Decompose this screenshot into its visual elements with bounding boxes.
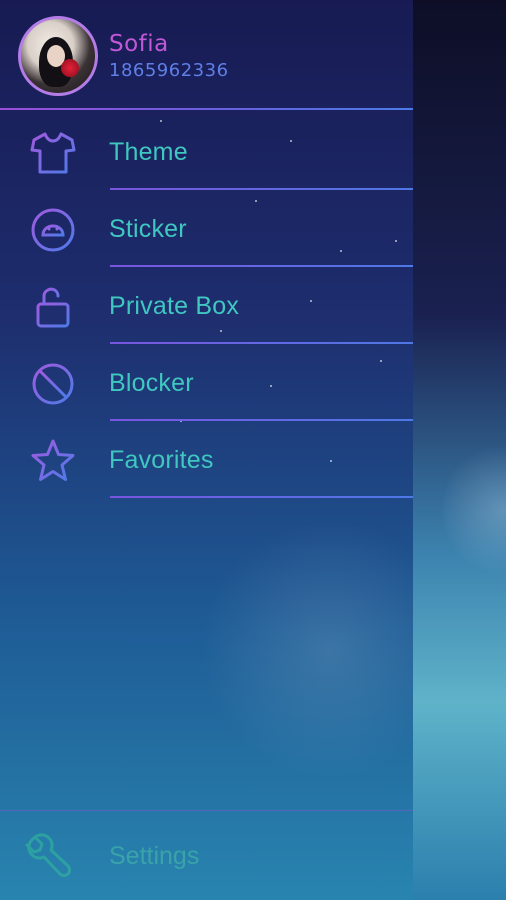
menu-item-private-box[interactable]: Private Box [0,268,413,344]
divider [110,496,413,498]
sticker-icon [28,205,78,255]
divider [110,419,413,421]
menu-item-label: Private Box [109,292,240,320]
navigation-drawer: Sofia 1865962336 Theme Sticker Private B… [0,0,413,900]
star-icon [28,436,78,486]
menu-item-label: Theme [109,138,188,166]
avatar[interactable] [18,16,98,96]
lock-open-icon [28,282,78,332]
menu-item-theme[interactable]: Theme [0,114,413,190]
menu-item-favorites[interactable]: Favorites [0,422,413,498]
screen: Sofia 1865962336 Theme Sticker Private B… [0,0,506,900]
menu-item-label: Favorites [109,446,214,474]
footer-divider [0,810,413,811]
menu-item-label: Sticker [109,215,187,243]
wrench-icon [20,830,74,884]
tshirt-icon [28,128,78,178]
settings-button[interactable]: Settings [0,820,413,890]
background-content[interactable] [413,0,506,900]
user-phone: 1865962336 [109,60,229,81]
profile-header[interactable]: Sofia 1865962336 [0,0,413,110]
menu-item-sticker[interactable]: Sticker [0,191,413,267]
divider [110,188,413,190]
menu-item-blocker[interactable]: Blocker [0,345,413,421]
divider [110,265,413,267]
user-name: Sofia [109,31,169,57]
block-icon [28,359,78,409]
settings-label: Settings [109,842,200,870]
haze-decoration [200,520,413,780]
header-divider [0,108,413,110]
divider [110,342,413,344]
menu-item-label: Blocker [109,369,194,397]
